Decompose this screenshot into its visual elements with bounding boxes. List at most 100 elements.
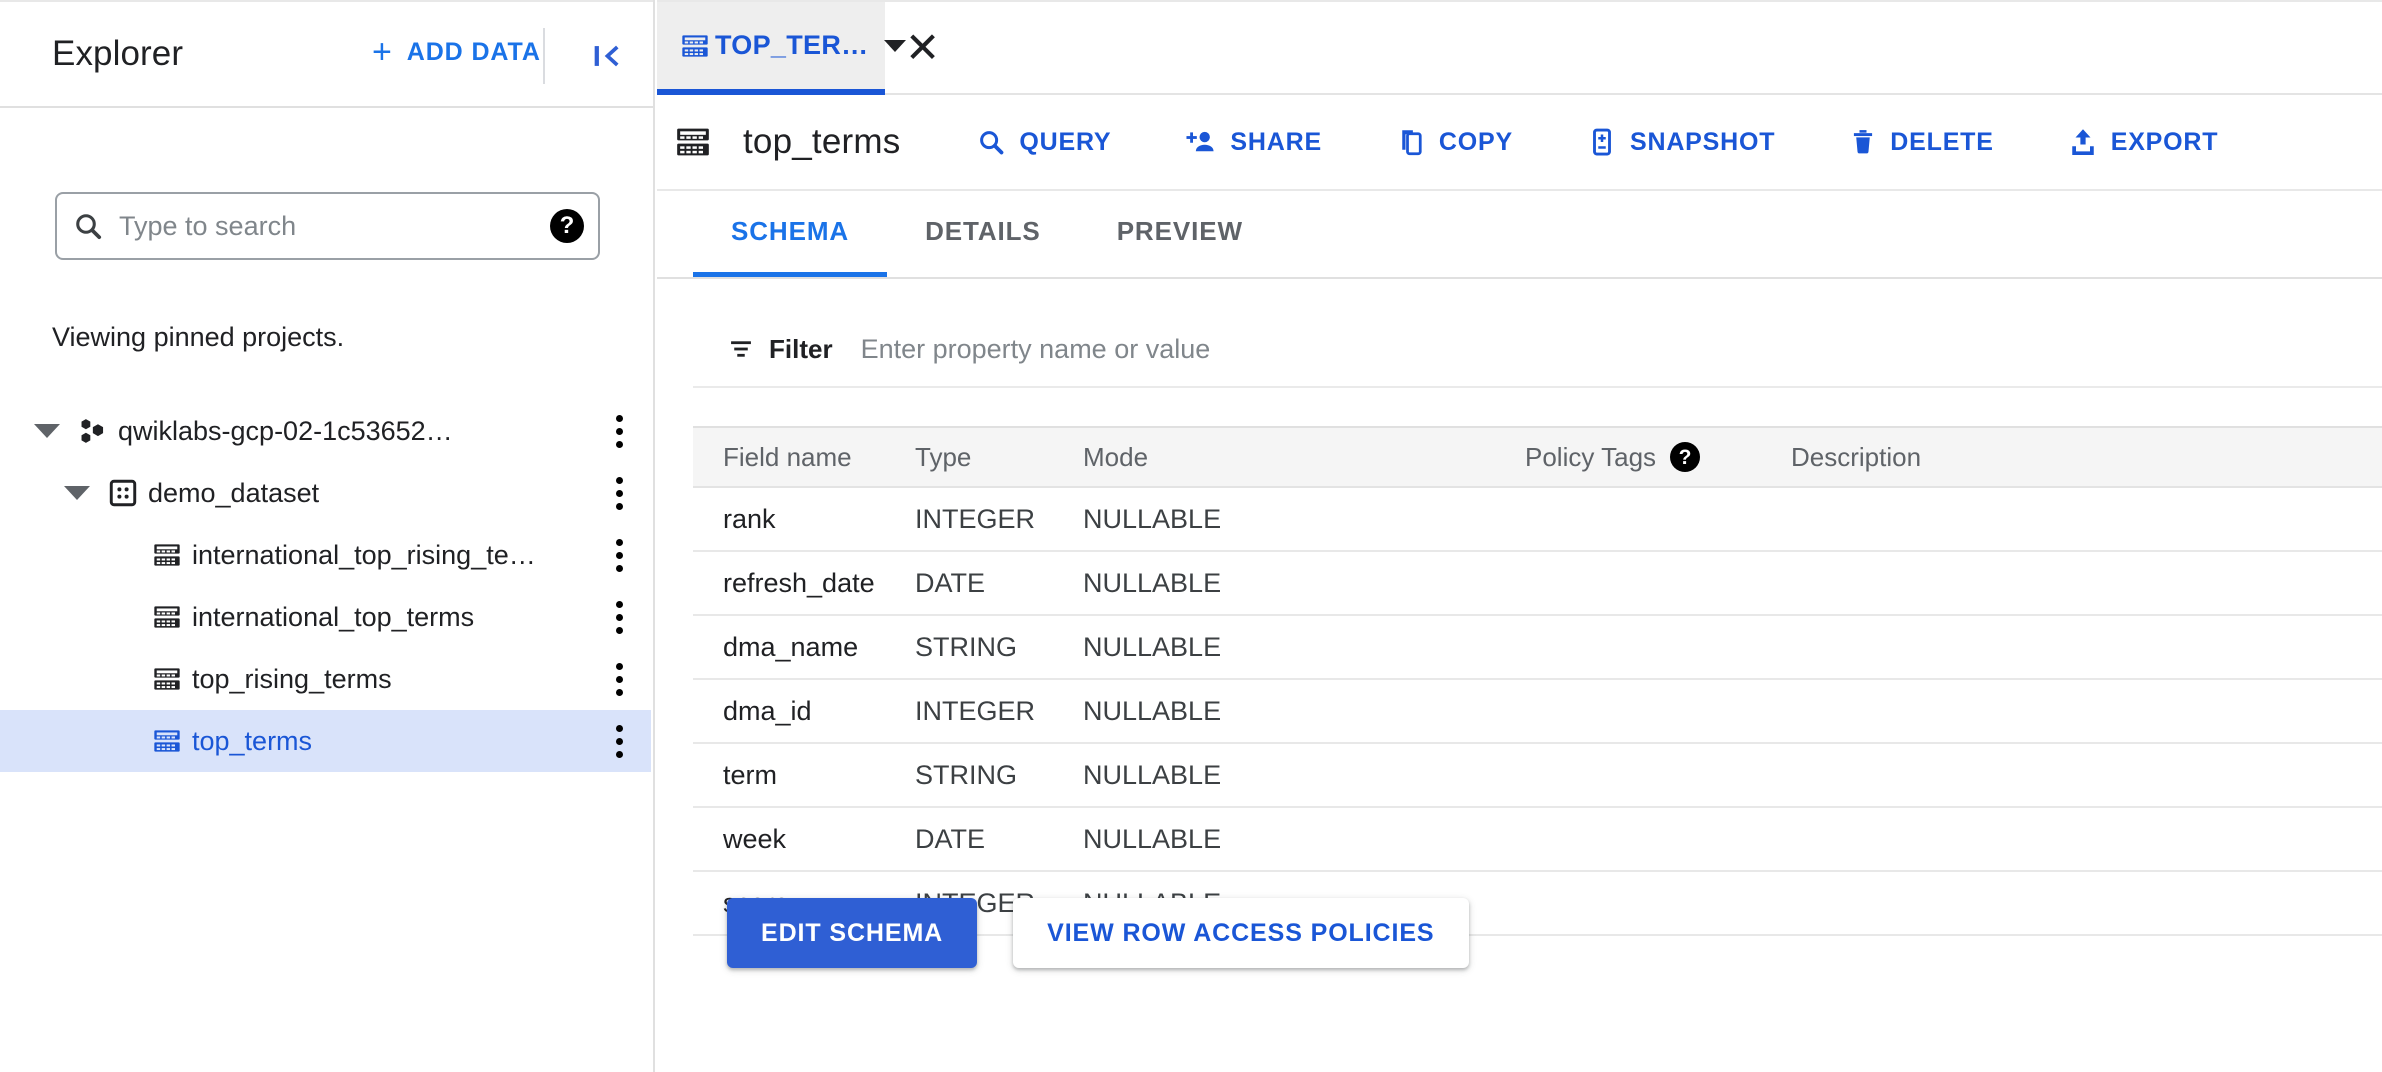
table-row[interactable]: week DATE NULLABLE xyxy=(693,808,2382,872)
view-row-access-policies-button[interactable]: VIEW ROW ACCESS POLICIES xyxy=(1013,898,1469,968)
toolbar-actions: QUERY SHARE COPY SNAPSHOT DELETE EXPORT xyxy=(952,115,2242,169)
delete-label: DELETE xyxy=(1890,127,1994,156)
pinned-projects-note: Viewing pinned projects. xyxy=(52,322,345,352)
cell-field-name: rank xyxy=(723,503,776,534)
query-button[interactable]: QUERY xyxy=(952,115,1135,169)
column-header-type: Type xyxy=(915,441,972,472)
document-tab-top-terms[interactable]: TOP_TER… xyxy=(657,2,907,95)
table-row[interactable]: dma_id INTEGER NULLABLE xyxy=(693,680,2382,744)
table-row[interactable]: dma_name STRING NULLABLE xyxy=(693,616,2382,680)
filter-label: Filter xyxy=(769,333,833,364)
tree-item-label: top_terms xyxy=(192,725,313,756)
cell-field-name: week xyxy=(723,823,787,854)
more-vert-icon[interactable] xyxy=(604,594,634,640)
toolbar-divider xyxy=(543,28,545,84)
help-badge: ? xyxy=(550,209,584,243)
share-label: SHARE xyxy=(1230,127,1322,156)
search-input[interactable] xyxy=(119,210,536,242)
column-header-policy-tags: Policy Tags ? xyxy=(1525,442,1791,473)
collapse-panel-button[interactable] xyxy=(578,28,634,84)
cell-field-name: term xyxy=(723,759,777,790)
copy-button[interactable]: COPY xyxy=(1372,115,1537,169)
document-tab-label: TOP_TER… xyxy=(715,30,869,60)
section-tabs: SCHEMA DETAILS PREVIEW xyxy=(657,191,2382,279)
cell-mode: NULLABLE xyxy=(1083,823,1222,854)
tree-item-table-international-top-rising-terms[interactable]: international_top_rising_te… xyxy=(0,524,651,586)
filter-bar: Filter xyxy=(693,312,2382,388)
more-vert-icon[interactable] xyxy=(604,718,634,764)
column-header-description: Description xyxy=(1791,441,1922,472)
cell-type: DATE xyxy=(915,823,986,854)
tab-preview[interactable]: PREVIEW xyxy=(1079,191,1281,277)
snapshot-icon xyxy=(1587,127,1617,157)
document-tabstrip: TOP_TER… ✕ xyxy=(657,0,2382,95)
snapshot-button[interactable]: SNAPSHOT xyxy=(1563,115,1799,169)
more-vert-icon[interactable] xyxy=(604,656,634,702)
table-name-heading: top_terms xyxy=(743,122,901,161)
tree-item-label: demo_dataset xyxy=(148,477,320,508)
cell-type: INTEGER xyxy=(915,503,1036,534)
cell-field-name: dma_id xyxy=(723,695,812,726)
filter-icon[interactable] xyxy=(727,335,755,363)
cell-type: DATE xyxy=(915,567,986,598)
tree-item-dataset[interactable]: demo_dataset xyxy=(0,462,651,524)
chevron-down-icon[interactable] xyxy=(56,486,98,500)
search-box[interactable]: ? xyxy=(55,192,600,260)
person-add-icon xyxy=(1185,127,1217,157)
edit-schema-button[interactable]: EDIT SCHEMA xyxy=(727,898,978,968)
search-icon xyxy=(976,127,1006,157)
tree-item-table-top-terms[interactable]: top_terms xyxy=(0,710,651,772)
collapse-panel-icon xyxy=(594,45,619,67)
tree-item-project[interactable]: qwiklabs-gcp-02-1c53652… xyxy=(0,400,651,462)
cell-field-name: refresh_date xyxy=(723,567,875,598)
delete-button[interactable]: DELETE xyxy=(1825,115,2017,169)
table-icon xyxy=(142,725,192,757)
explorer-tree: qwiklabs-gcp-02-1c53652… demo_dataset in… xyxy=(0,400,651,772)
explorer-sidebar: Explorer + ADD DATA Type to search ? Vie… xyxy=(0,0,655,1072)
cell-mode: NULLABLE xyxy=(1083,567,1222,598)
copy-icon xyxy=(1396,127,1426,157)
trash-icon xyxy=(1849,127,1877,157)
cell-mode: NULLABLE xyxy=(1083,695,1222,726)
table-icon xyxy=(142,601,192,633)
main-panel: TOP_TER… ✕ top_terms QUERY SHARE COPY SN… xyxy=(657,0,2382,1072)
export-icon xyxy=(2068,127,2098,157)
table-row[interactable]: rank INTEGER NULLABLE xyxy=(693,488,2382,552)
cell-field-name: dma_name xyxy=(723,631,859,662)
tab-details[interactable]: DETAILS xyxy=(887,191,1079,277)
chevron-down-icon[interactable] xyxy=(26,424,68,438)
filter-input[interactable] xyxy=(860,333,2382,365)
tree-item-table-top-rising-terms[interactable]: top_rising_terms xyxy=(0,648,651,710)
page-title: Explorer xyxy=(52,34,184,73)
more-vert-icon[interactable] xyxy=(604,408,634,454)
column-header-mode: Mode xyxy=(1083,441,1149,472)
dataset-icon xyxy=(98,477,148,509)
export-button[interactable]: EXPORT xyxy=(2044,115,2243,169)
close-icon[interactable]: ✕ xyxy=(905,26,940,69)
cell-mode: NULLABLE xyxy=(1083,503,1222,534)
table-icon xyxy=(679,30,711,62)
tree-item-label: international_top_rising_te… xyxy=(192,539,536,570)
tree-item-label: top_rising_terms xyxy=(192,663,392,694)
bottom-actions: EDIT SCHEMA VIEW ROW ACCESS POLICIES xyxy=(693,898,1469,968)
add-data-button[interactable]: + ADD DATA xyxy=(364,32,549,73)
chevron-down-icon[interactable] xyxy=(884,39,907,52)
plus-icon: + xyxy=(372,32,393,71)
tree-item-label: international_top_terms xyxy=(192,601,475,632)
project-icon xyxy=(68,414,118,448)
table-row[interactable]: term STRING NULLABLE xyxy=(693,744,2382,808)
table-icon xyxy=(673,122,713,162)
help-icon[interactable]: ? xyxy=(1670,442,1701,472)
table-row[interactable]: refresh_date DATE NULLABLE xyxy=(693,552,2382,616)
share-button[interactable]: SHARE xyxy=(1161,115,1346,169)
more-vert-icon[interactable] xyxy=(604,470,634,516)
more-vert-icon[interactable] xyxy=(604,532,634,578)
help-icon[interactable]: ? xyxy=(536,209,598,243)
column-header-field-name: Field name xyxy=(723,441,852,472)
copy-label: COPY xyxy=(1438,127,1513,156)
tree-item-label: qwiklabs-gcp-02-1c53652… xyxy=(118,415,453,446)
tab-schema[interactable]: SCHEMA xyxy=(693,191,888,277)
cell-type: INTEGER xyxy=(915,695,1036,726)
cell-type: STRING xyxy=(915,759,1018,790)
tree-item-table-international-top-terms[interactable]: international_top_terms xyxy=(0,586,651,648)
